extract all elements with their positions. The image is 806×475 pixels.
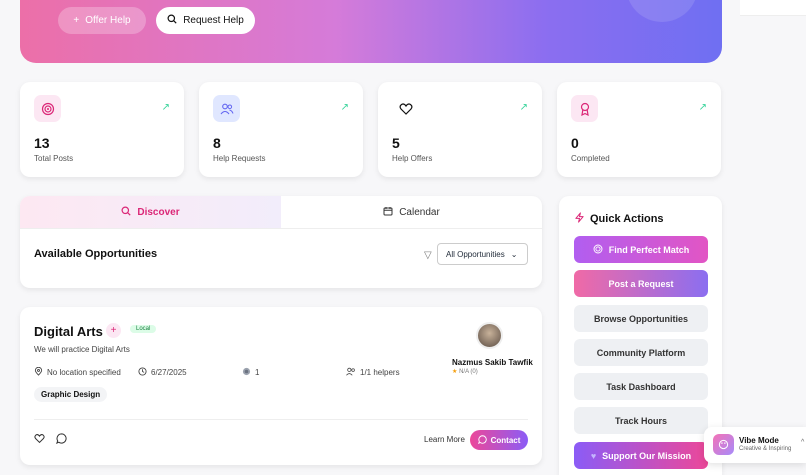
request-help-label: Request Help <box>183 15 244 26</box>
request-help-button[interactable]: Request Help <box>156 7 255 34</box>
button-label: Track Hours <box>614 415 668 426</box>
find-perfect-match-button[interactable]: Find Perfect Match <box>574 236 708 263</box>
divider <box>34 419 528 420</box>
stat-value: 13 <box>34 135 50 151</box>
opportunity-filter-select[interactable]: All Opportunities ⌄ <box>437 243 528 265</box>
heart-icon: ♥ <box>590 450 597 461</box>
owner-rating: ★ N/A (0) <box>452 368 478 375</box>
lightning-icon <box>574 212 585 226</box>
helpers-text: 1/1 helpers <box>360 368 400 377</box>
map-pin-icon <box>34 366 43 378</box>
helpers-meta: 1/1 helpers <box>346 367 400 378</box>
tab-calendar[interactable]: Calendar <box>281 196 542 228</box>
tab-bar: Discover Calendar <box>20 196 542 229</box>
stat-card-total-posts: ↗ 13 Total Posts <box>20 82 184 177</box>
owner-name: Nazmus Sakib Tawfik <box>452 358 533 367</box>
quick-actions-heading: Quick Actions <box>574 212 664 226</box>
offer-help-button[interactable]: + Offer Help <box>58 7 146 34</box>
button-label: Post a Request <box>608 278 674 289</box>
stat-card-help-requests: ↗ 8 Help Requests <box>199 82 363 177</box>
count-text: 1 <box>255 368 260 377</box>
rating-text: N/A (0) <box>459 369 478 375</box>
opportunity-title: Digital Arts <box>34 324 103 339</box>
clock-icon <box>138 367 147 378</box>
vibe-mode-subtitle: Creative & Inspiring <box>739 446 792 452</box>
tab-discover-label: Discover <box>137 206 180 218</box>
button-label: Community Platform <box>596 347 686 358</box>
plus-icon[interactable]: + <box>106 323 121 338</box>
chevron-up-icon[interactable]: ^ <box>801 439 804 446</box>
learn-more-link[interactable]: Learn More <box>424 435 465 444</box>
stat-card-help-offers: ↗ 5 Help Offers <box>378 82 542 177</box>
quick-actions-title: Quick Actions <box>590 213 664 225</box>
comment-icon[interactable] <box>56 433 67 447</box>
skill-tag: Graphic Design <box>34 387 108 402</box>
award-icon <box>571 95 598 122</box>
target-icon <box>242 367 251 378</box>
stat-value: 0 <box>571 135 579 151</box>
vibe-mode-widget[interactable]: Vibe Mode Creative & Inspiring ^ <box>704 427 806 463</box>
hero-decoration <box>626 0 698 22</box>
message-icon <box>477 434 487 446</box>
star-icon: ★ <box>452 369 458 375</box>
button-label: Find Perfect Match <box>608 244 690 255</box>
filter-icon: ▽ <box>424 250 432 261</box>
offer-help-label: Offer Help <box>85 15 131 26</box>
vibe-mode-title: Vibe Mode <box>739 436 779 445</box>
calendar-icon <box>383 206 393 219</box>
post-request-button[interactable]: Post a Request <box>574 270 708 297</box>
hero-banner: + Offer Help Request Help <box>20 0 722 63</box>
location-meta: No location specified <box>34 366 121 378</box>
trend-up-icon: ↗ <box>161 102 170 113</box>
section-heading: Available Opportunities <box>34 248 158 260</box>
trend-up-icon: ↗ <box>519 102 528 113</box>
trend-up-icon: ↗ <box>698 102 707 113</box>
button-label: Support Our Mission <box>602 450 692 461</box>
search-icon <box>121 206 131 219</box>
users-icon <box>346 367 356 378</box>
date-meta: 6/27/2025 <box>138 367 187 378</box>
count-meta: 1 <box>242 367 259 378</box>
users-icon <box>213 95 240 122</box>
stat-label: Completed <box>571 154 610 163</box>
discover-panel: Discover Calendar Available Opportunitie… <box>20 196 542 288</box>
target-icon <box>34 95 61 122</box>
stat-label: Help Requests <box>213 154 266 163</box>
button-label: Task Dashboard <box>606 381 676 392</box>
opportunity-card[interactable]: Digital Arts + Local We will practice Di… <box>20 307 542 465</box>
trend-up-icon: ↗ <box>340 102 349 113</box>
task-dashboard-button[interactable]: Task Dashboard <box>574 373 708 400</box>
contact-button[interactable]: Contact <box>470 430 528 450</box>
filter-value: All Opportunities <box>446 249 505 259</box>
chevron-down-icon: ⌄ <box>510 249 518 259</box>
palette-icon <box>713 434 734 455</box>
button-label: Browse Opportunities <box>593 313 688 324</box>
location-text: No location specified <box>47 368 121 377</box>
quick-actions-panel: Quick Actions Find Perfect Match Post a … <box>559 196 722 475</box>
stat-value: 8 <box>213 135 221 151</box>
contact-label: Contact <box>490 435 521 445</box>
browse-opportunities-button[interactable]: Browse Opportunities <box>574 305 708 332</box>
heart-icon <box>392 95 419 122</box>
stat-value: 5 <box>392 135 400 151</box>
local-badge: Local <box>130 325 157 333</box>
stat-card-completed: ↗ 0 Completed <box>557 82 721 177</box>
search-icon <box>167 14 177 27</box>
stat-label: Help Offers <box>392 154 433 163</box>
track-hours-button[interactable]: Track Hours <box>574 407 708 434</box>
opportunity-description: We will practice Digital Arts <box>34 345 130 354</box>
top-bar <box>740 0 806 16</box>
tab-calendar-label: Calendar <box>399 206 440 218</box>
date-text: 6/27/2025 <box>151 368 187 377</box>
support-mission-button[interactable]: ♥ Support Our Mission <box>574 442 708 469</box>
target-icon <box>593 244 603 256</box>
stat-label: Total Posts <box>34 154 74 163</box>
avatar <box>476 322 503 349</box>
tab-discover[interactable]: Discover <box>20 196 281 228</box>
plus-icon: + <box>73 15 80 26</box>
community-platform-button[interactable]: Community Platform <box>574 339 708 366</box>
heart-icon[interactable] <box>34 433 45 447</box>
